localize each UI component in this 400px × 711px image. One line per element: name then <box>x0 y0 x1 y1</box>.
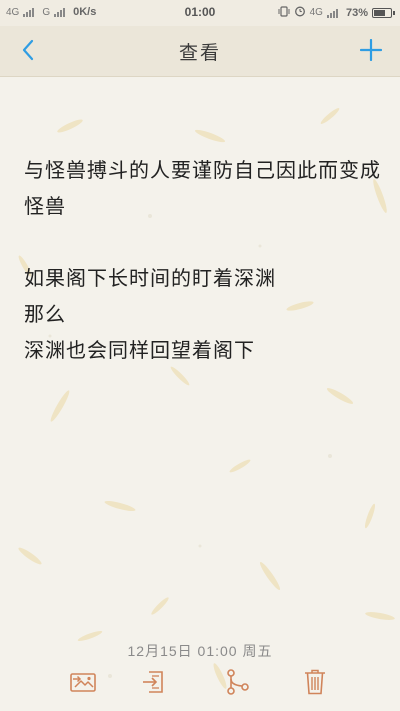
alarm-icon <box>294 5 306 20</box>
network-type-3: 4G <box>309 7 323 18</box>
delete-button[interactable] <box>299 666 331 698</box>
note-timestamp: 12月15日 01:00 周五 <box>127 643 273 659</box>
battery-fill <box>374 9 385 16</box>
note-line: 怪兽 <box>24 194 66 218</box>
share-image-button[interactable] <box>67 666 99 698</box>
signal-icon <box>326 8 338 18</box>
note-line: 与怪兽搏斗的人要谨防自己因此而变成 <box>24 158 381 182</box>
export-icon <box>143 671 163 693</box>
note-line: 如果阁下长时间的盯着深渊 <box>24 266 276 290</box>
add-button[interactable] <box>356 35 386 65</box>
trash-icon <box>305 669 325 695</box>
note-content[interactable]: 与怪兽搏斗的人要谨防自己因此而变成 怪兽 如果阁下长时间的盯着深渊 那么 深渊也… <box>24 152 384 368</box>
note-blank-line <box>24 224 384 260</box>
note-line: 那么 <box>24 302 66 326</box>
plus-icon <box>360 39 382 61</box>
bottom-toolbar <box>0 662 400 702</box>
status-bar-right: 4G 73% <box>278 5 395 20</box>
battery-icon <box>372 7 395 18</box>
note-line: 深渊也会同样回望着阁下 <box>24 338 255 362</box>
battery-percent: 73% <box>345 6 368 19</box>
status-bar: 4G G 0K/s 01:00 4G 73% <box>0 0 400 26</box>
share-image-icon <box>70 673 96 692</box>
vibrate-icon <box>278 5 290 20</box>
export-button[interactable] <box>137 666 169 698</box>
share-button[interactable] <box>221 666 253 698</box>
title-bar: 查看 <box>0 26 400 77</box>
page-title: 查看 <box>178 42 221 64</box>
branch-share-icon <box>227 669 249 695</box>
